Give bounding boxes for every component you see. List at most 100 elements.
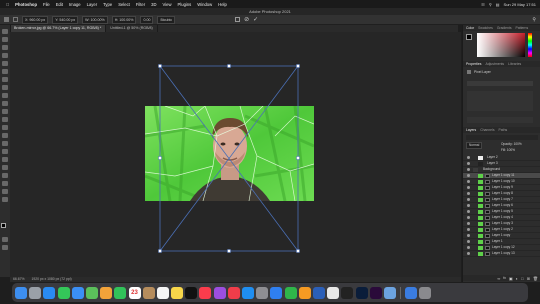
menu-view[interactable]: View — [163, 2, 172, 7]
apple-icon[interactable]:  — [6, 2, 9, 7]
marquee-tool-icon[interactable] — [2, 37, 8, 42]
contacts-icon[interactable] — [142, 286, 155, 299]
delete-layer-icon[interactable]: 🗑 — [533, 276, 538, 281]
lasso-tool-icon[interactable] — [2, 45, 8, 50]
notes-icon[interactable] — [171, 286, 184, 299]
menu-app-name[interactable]: Photoshop — [15, 2, 37, 7]
layer-mask-thumbnail[interactable] — [485, 173, 490, 178]
tv-icon[interactable] — [185, 286, 198, 299]
color-panel-foreground-swatch[interactable] — [466, 34, 472, 40]
menu-image[interactable]: Image — [69, 2, 81, 7]
zoom-tool-icon[interactable] — [2, 189, 8, 194]
maps-icon[interactable] — [85, 286, 98, 299]
mail-icon[interactable] — [71, 286, 84, 299]
word-icon[interactable] — [312, 286, 325, 299]
eraser-tool-icon[interactable] — [2, 117, 8, 122]
premiere-icon[interactable] — [369, 286, 382, 299]
commit-transform-icon[interactable]: ✓ — [253, 16, 258, 23]
messages-icon[interactable] — [57, 286, 70, 299]
tab-paths[interactable]: Paths — [499, 128, 508, 132]
layer-mask-thumbnail[interactable] — [485, 239, 490, 244]
facetime-icon[interactable] — [114, 286, 127, 299]
appstore-icon[interactable] — [242, 286, 254, 299]
search-icon[interactable]: ⚲ — [532, 17, 536, 23]
launchpad-icon[interactable] — [29, 286, 42, 299]
eye-icon[interactable] — [467, 174, 470, 177]
trash-icon[interactable] — [419, 286, 432, 299]
tab-document-untitled[interactable]: Untitled-1 @ 50% (RGB/8) — [106, 25, 158, 32]
layer-mask-thumbnail[interactable] — [485, 233, 490, 238]
search-icon[interactable]: ⚲ — [489, 2, 492, 7]
new-layer-icon[interactable]: ⊞ — [527, 276, 530, 281]
menu-edit[interactable]: Edit — [56, 2, 63, 7]
transform-handle[interactable] — [227, 64, 231, 68]
transform-bounding-box[interactable] — [140, 60, 320, 260]
crop-tool-icon[interactable] — [2, 61, 8, 66]
transform-handle[interactable] — [158, 64, 162, 68]
layer-mask-thumbnail[interactable] — [485, 215, 490, 220]
move-tool-icon[interactable] — [2, 29, 8, 34]
eye-icon[interactable] — [467, 162, 470, 165]
menu-select[interactable]: Select — [118, 2, 130, 7]
pen-tool-icon[interactable] — [2, 149, 8, 154]
eye-icon[interactable] — [467, 222, 470, 225]
y-position-field[interactable]: Y: 540.00 px — [52, 15, 79, 24]
tab-patterns[interactable]: Patterns — [516, 26, 529, 30]
eye-icon[interactable] — [467, 186, 470, 189]
warp-toggle-icon[interactable] — [235, 17, 241, 22]
numbers-icon[interactable] — [284, 286, 297, 299]
hue-slider[interactable] — [528, 33, 532, 57]
news-icon[interactable] — [227, 286, 240, 299]
eye-icon[interactable] — [467, 156, 470, 159]
eye-icon[interactable] — [467, 216, 470, 219]
photos-icon[interactable] — [100, 286, 113, 299]
more-tools-icon[interactable] — [2, 197, 8, 202]
add-mask-icon[interactable]: ▣ — [509, 276, 513, 281]
quick-select-tool-icon[interactable] — [2, 53, 8, 58]
dodge-tool-icon[interactable] — [2, 141, 8, 146]
path-select-tool-icon[interactable] — [2, 165, 8, 170]
menubar-clock[interactable]: Sun 29 May 17:51 — [504, 2, 536, 7]
eye-icon[interactable] — [467, 204, 470, 207]
width-field[interactable]: W: 100.00% — [82, 15, 108, 24]
pages-icon[interactable] — [298, 286, 311, 299]
transform-handle[interactable] — [296, 64, 300, 68]
eye-icon[interactable] — [467, 252, 470, 255]
eyedropper-tool-icon[interactable] — [2, 77, 8, 82]
healing-tool-icon[interactable] — [2, 85, 8, 90]
brush-tool-icon[interactable] — [2, 93, 8, 98]
hand-tool-icon[interactable] — [2, 181, 8, 186]
zoom-level[interactable]: 66.67% — [13, 277, 25, 281]
eye-icon[interactable] — [467, 192, 470, 195]
transform-handle[interactable] — [296, 156, 300, 160]
frame-tool-icon[interactable] — [2, 69, 8, 74]
podcasts-icon[interactable] — [213, 286, 226, 299]
gradient-tool-icon[interactable] — [2, 125, 8, 130]
photoshop-icon[interactable] — [355, 286, 368, 299]
opacity-field[interactable]: Opacity: 100% — [501, 142, 522, 146]
layer-mask-thumbnail[interactable] — [485, 221, 490, 226]
quick-mask-icon[interactable] — [2, 237, 8, 242]
shape-tool-icon[interactable] — [2, 173, 8, 178]
layer-mask-thumbnail[interactable] — [485, 191, 490, 196]
transform-handle[interactable] — [158, 249, 162, 253]
tab-channels[interactable]: Channels — [480, 128, 494, 132]
layer-filter-bar[interactable] — [466, 135, 538, 140]
chrome-icon[interactable] — [327, 286, 340, 299]
layer-mask-thumbnail[interactable] — [485, 179, 490, 184]
tab-swatches[interactable]: Swatches — [478, 26, 493, 30]
transform-handle[interactable] — [158, 156, 162, 160]
eye-icon[interactable] — [467, 228, 470, 231]
menu-3d[interactable]: 3D — [151, 2, 156, 7]
rotation-field[interactable]: 0.00 — [140, 15, 154, 24]
tab-color[interactable]: Color — [466, 26, 474, 30]
layer-mask-thumbnail[interactable] — [485, 185, 490, 190]
home-icon[interactable] — [4, 17, 9, 22]
menu-filter[interactable]: Filter — [136, 2, 145, 7]
eye-icon[interactable] — [467, 246, 470, 249]
layer-mask-thumbnail[interactable] — [485, 227, 490, 232]
layer-row[interactable]: Layer 1 copy 13 — [463, 251, 540, 257]
eye-icon[interactable] — [467, 168, 470, 171]
fill-field[interactable]: Fill: 100% — [501, 148, 515, 152]
terminal-icon[interactable] — [341, 286, 354, 299]
